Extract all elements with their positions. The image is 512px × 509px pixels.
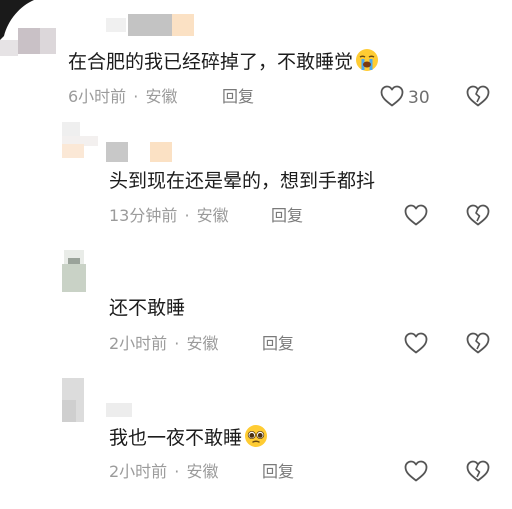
like-button[interactable]: [404, 460, 428, 486]
comment-location: 安徽: [186, 462, 219, 481]
like-button[interactable]: [404, 332, 428, 358]
username[interactable]: [106, 142, 172, 162]
comment-text: 还不敢睡: [109, 297, 186, 319]
dislike-button[interactable]: [466, 460, 490, 486]
comment-location: 安徽: [196, 206, 229, 225]
avatar[interactable]: [62, 122, 98, 158]
reply-button[interactable]: 回复: [271, 206, 303, 226]
avatar[interactable]: [62, 378, 84, 422]
comment-time: 6小时前: [68, 87, 127, 106]
broken-heart-outline-icon: [466, 332, 490, 358]
heart-outline-icon: [404, 204, 428, 230]
comment-meta: 6小时前 · 安徽: [68, 87, 177, 107]
reply-button[interactable]: 回复: [262, 334, 294, 354]
pleading-face-icon: [244, 424, 268, 454]
dislike-button[interactable]: [466, 204, 490, 230]
meta-separator: ·: [184, 206, 190, 225]
like-button[interactable]: [404, 204, 428, 230]
comment-time: 13分钟前: [109, 206, 178, 225]
comment-text: 在合肥的我已经碎掉了，不敢睡觉: [68, 48, 379, 78]
heart-outline-icon: [380, 85, 404, 111]
heart-outline-icon: [404, 460, 428, 486]
like-count: 30: [408, 88, 430, 108]
broken-heart-outline-icon: [466, 204, 490, 230]
like-button[interactable]: 30: [380, 85, 430, 111]
dislike-button[interactable]: [466, 85, 490, 111]
broken-heart-outline-icon: [466, 85, 490, 111]
comment-meta: 13分钟前 · 安徽: [109, 206, 229, 226]
comment-time: 2小时前: [109, 334, 168, 353]
reply-button[interactable]: 回复: [262, 462, 294, 482]
reply-button[interactable]: 回复: [222, 87, 254, 107]
username[interactable]: [106, 403, 132, 417]
meta-separator: ·: [174, 334, 180, 353]
dislike-button[interactable]: [466, 332, 490, 358]
meta-separator: ·: [133, 87, 139, 106]
comment-text: 头到现在还是晕的，想到手都抖: [109, 170, 376, 192]
username[interactable]: [106, 14, 194, 36]
comment-text: 我也一夜不敢睡: [109, 424, 268, 454]
broken-heart-outline-icon: [466, 460, 490, 486]
loudly-crying-face-icon: [355, 48, 379, 78]
comment-meta: 2小时前 · 安徽: [109, 334, 218, 354]
comment-location: 安徽: [186, 334, 219, 353]
comment-time: 2小时前: [109, 462, 168, 481]
avatar[interactable]: [0, 0, 62, 62]
heart-outline-icon: [404, 332, 428, 358]
comment-meta: 2小时前 · 安徽: [109, 462, 218, 482]
comment-location: 安徽: [145, 87, 178, 106]
avatar[interactable]: [62, 250, 86, 292]
meta-separator: ·: [174, 462, 180, 481]
